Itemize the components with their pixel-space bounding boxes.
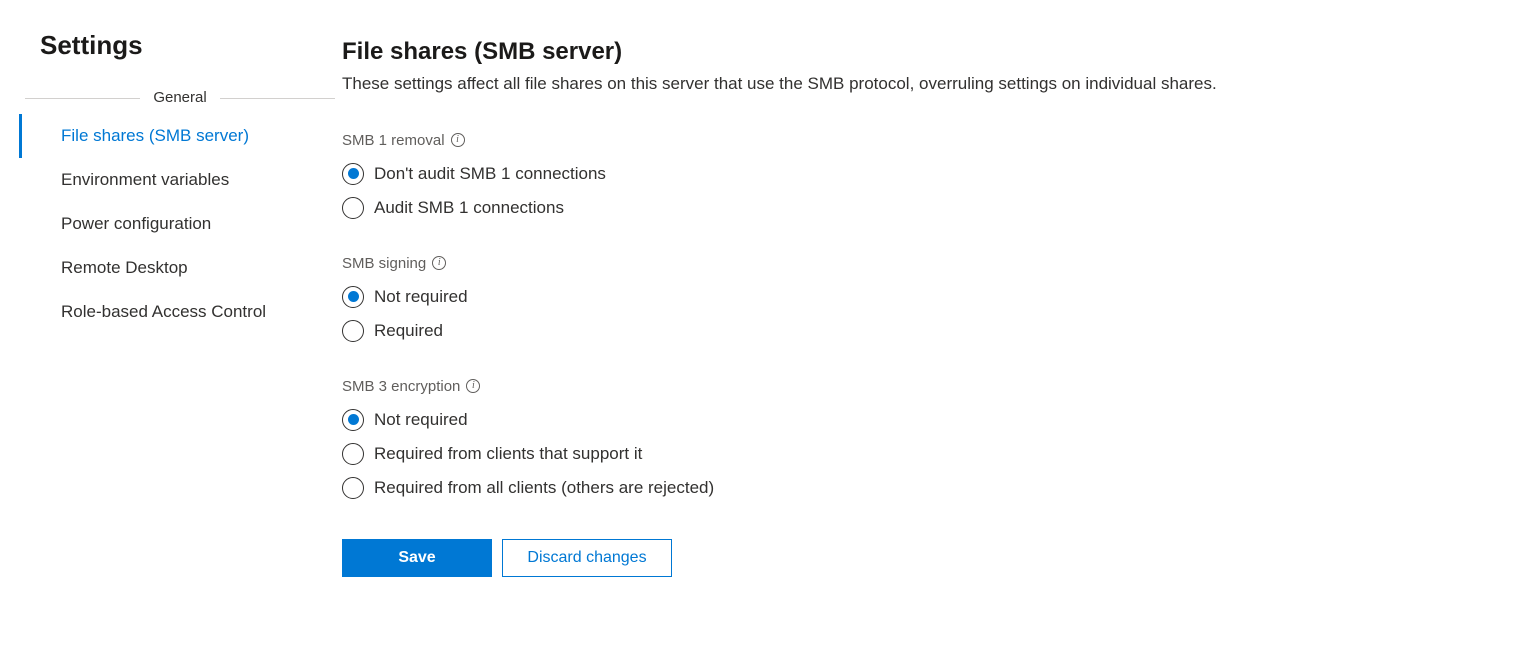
radio-label: Not required [374, 410, 468, 430]
save-button[interactable]: Save [342, 539, 492, 577]
group-smb1-removal: SMB 1 removal i Don't audit SMB 1 connec… [342, 132, 1477, 225]
info-icon[interactable]: i [451, 133, 465, 147]
radio-signing-not-required[interactable]: Not required [342, 280, 1477, 314]
radio-input[interactable] [342, 197, 364, 219]
radio-input[interactable] [342, 163, 364, 185]
discard-button[interactable]: Discard changes [502, 539, 672, 577]
group-smb3-encryption: SMB 3 encryption i Not required Required… [342, 378, 1477, 505]
group-smb-signing: SMB signing i Not required Required [342, 255, 1477, 348]
sidebar-item-file-shares[interactable]: File shares (SMB server) [19, 114, 320, 158]
main-content: File shares (SMB server) These settings … [320, 30, 1517, 577]
radio-encryption-required-all[interactable]: Required from all clients (others are re… [342, 471, 1477, 505]
radio-label: Don't audit SMB 1 connections [374, 164, 606, 184]
button-row: Save Discard changes [342, 539, 1477, 577]
radio-input[interactable] [342, 320, 364, 342]
sidebar-item-rbac[interactable]: Role-based Access Control [19, 290, 320, 334]
radio-input[interactable] [342, 286, 364, 308]
page-description: These settings affect all file shares on… [342, 72, 1477, 96]
radio-encryption-not-required[interactable]: Not required [342, 403, 1477, 437]
info-icon[interactable]: i [432, 256, 446, 270]
radio-signing-required[interactable]: Required [342, 314, 1477, 348]
sidebar-title: Settings [40, 30, 320, 61]
group-label: SMB signing [342, 255, 426, 272]
radio-label: Required from clients that support it [374, 444, 642, 464]
sidebar-item-power-configuration[interactable]: Power configuration [19, 202, 320, 246]
radio-label: Audit SMB 1 connections [374, 198, 564, 218]
sidebar-item-label: Power configuration [61, 214, 211, 233]
radio-input[interactable] [342, 409, 364, 431]
sidebar-item-label: File shares (SMB server) [61, 126, 249, 145]
radio-label: Not required [374, 287, 468, 307]
radio-label: Required from all clients (others are re… [374, 478, 714, 498]
group-label: SMB 1 removal [342, 132, 445, 149]
radio-label: Required [374, 321, 443, 341]
radio-encryption-required-supporting[interactable]: Required from clients that support it [342, 437, 1477, 471]
sidebar-nav: File shares (SMB server) Environment var… [40, 114, 320, 334]
sidebar-item-environment-variables[interactable]: Environment variables [19, 158, 320, 202]
info-icon[interactable]: i [466, 379, 480, 393]
group-label: SMB 3 encryption [342, 378, 460, 395]
sidebar-item-remote-desktop[interactable]: Remote Desktop [19, 246, 320, 290]
sidebar-item-label: Environment variables [61, 170, 229, 189]
sidebar-item-label: Remote Desktop [61, 258, 188, 277]
sidebar-section-heading: General [25, 89, 335, 106]
page-title: File shares (SMB server) [342, 38, 1477, 66]
sidebar-item-label: Role-based Access Control [61, 302, 266, 321]
radio-audit-smb1[interactable]: Audit SMB 1 connections [342, 191, 1477, 225]
radio-input[interactable] [342, 477, 364, 499]
radio-dont-audit-smb1[interactable]: Don't audit SMB 1 connections [342, 157, 1477, 191]
radio-input[interactable] [342, 443, 364, 465]
settings-sidebar: Settings General File shares (SMB server… [0, 30, 320, 577]
